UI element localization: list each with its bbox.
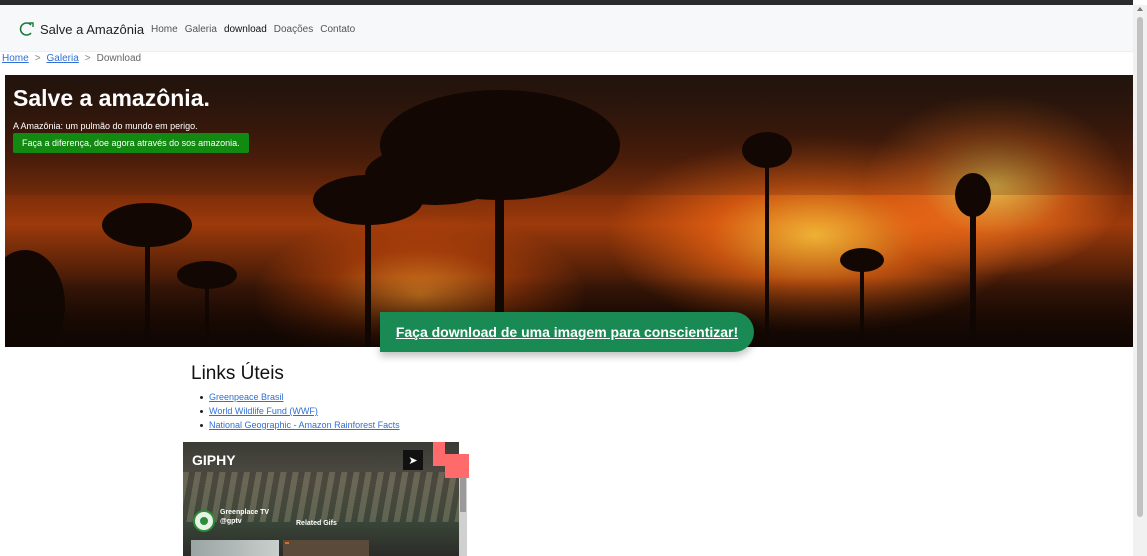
giphy-logo: GIPHY <box>192 452 236 468</box>
nav-link-download[interactable]: download <box>224 24 267 35</box>
list-item: National Geographic - Amazon Rainforest … <box>200 418 400 432</box>
breadcrumb-current: Download <box>96 53 142 64</box>
hero-banner: Salve a amazônia. A Amazônia: um pulmão … <box>5 75 1133 347</box>
giphy-scrollbar[interactable] <box>459 478 467 556</box>
hero-subtitle: A Amazônia: um pulmão do mundo em perigo… <box>13 121 198 131</box>
useful-links-list: Greenpeace Brasil World Wildlife Fund (W… <box>200 390 400 432</box>
brand-text: Salve a Amazônia <box>40 21 145 37</box>
donate-cta-button[interactable]: Faça a diferença, doe agora através do s… <box>13 133 249 153</box>
giphy-related-label: Related Gifs <box>296 520 337 527</box>
navbar: Salve a Amazônia Home Galeria download D… <box>0 5 1133 52</box>
send-icon[interactable]: ➤ <box>403 450 423 470</box>
bullet-icon <box>200 409 203 413</box>
bullet-icon <box>200 395 203 399</box>
breadcrumb-separator: > <box>34 53 41 64</box>
link-wwf[interactable]: World Wildlife Fund (WWF) <box>209 406 318 416</box>
download-image-button[interactable]: Faça download de uma imagem para conscie… <box>380 312 754 352</box>
brand[interactable]: Salve a Amazônia <box>18 21 144 37</box>
bullet-icon <box>200 423 203 427</box>
related-gif-thumbnail[interactable] <box>283 540 369 556</box>
list-item: World Wildlife Fund (WWF) <box>200 404 400 418</box>
leaf-icon <box>18 21 34 37</box>
related-gif-thumbnail[interactable] <box>191 540 279 556</box>
nav-link-doacoes[interactable]: Doações <box>274 24 313 35</box>
nav-links: Home Galeria download Doações Contato <box>151 24 362 35</box>
link-greenpeace[interactable]: Greenpeace Brasil <box>209 392 284 402</box>
thumbnail-tag <box>285 542 289 544</box>
giphy-user[interactable]: Greenplace TV @gptv <box>220 508 269 526</box>
breadcrumb-separator: > <box>84 53 91 64</box>
scroll-up-icon[interactable] <box>1137 7 1143 11</box>
link-natgeo[interactable]: National Geographic - Amazon Rainforest … <box>209 420 400 430</box>
breadcrumb: Home > Galeria > Download <box>2 53 141 64</box>
breadcrumb-home[interactable]: Home <box>2 53 29 64</box>
page-scrollbar[interactable] <box>1133 5 1147 556</box>
list-item: Greenpeace Brasil <box>200 390 400 404</box>
giphy-corner-decoration <box>433 442 469 478</box>
avatar[interactable] <box>193 510 215 532</box>
breadcrumb-galeria[interactable]: Galeria <box>47 53 79 64</box>
scrollbar-thumb[interactable] <box>1137 17 1143 517</box>
giphy-user-handle: @gptv <box>220 518 242 525</box>
nav-link-galeria[interactable]: Galeria <box>185 24 217 35</box>
links-title: Links Úteis <box>191 363 284 384</box>
nav-link-contato[interactable]: Contato <box>320 24 355 35</box>
nav-link-home[interactable]: Home <box>151 24 178 35</box>
scrollbar-thumb[interactable] <box>460 478 466 512</box>
giphy-embed[interactable]: GIPHY ➤ Greenplace TV @gptv Related Gifs <box>183 442 459 556</box>
hero-title: Salve a amazônia. <box>13 85 210 111</box>
giphy-user-name: Greenplace TV <box>220 509 270 516</box>
